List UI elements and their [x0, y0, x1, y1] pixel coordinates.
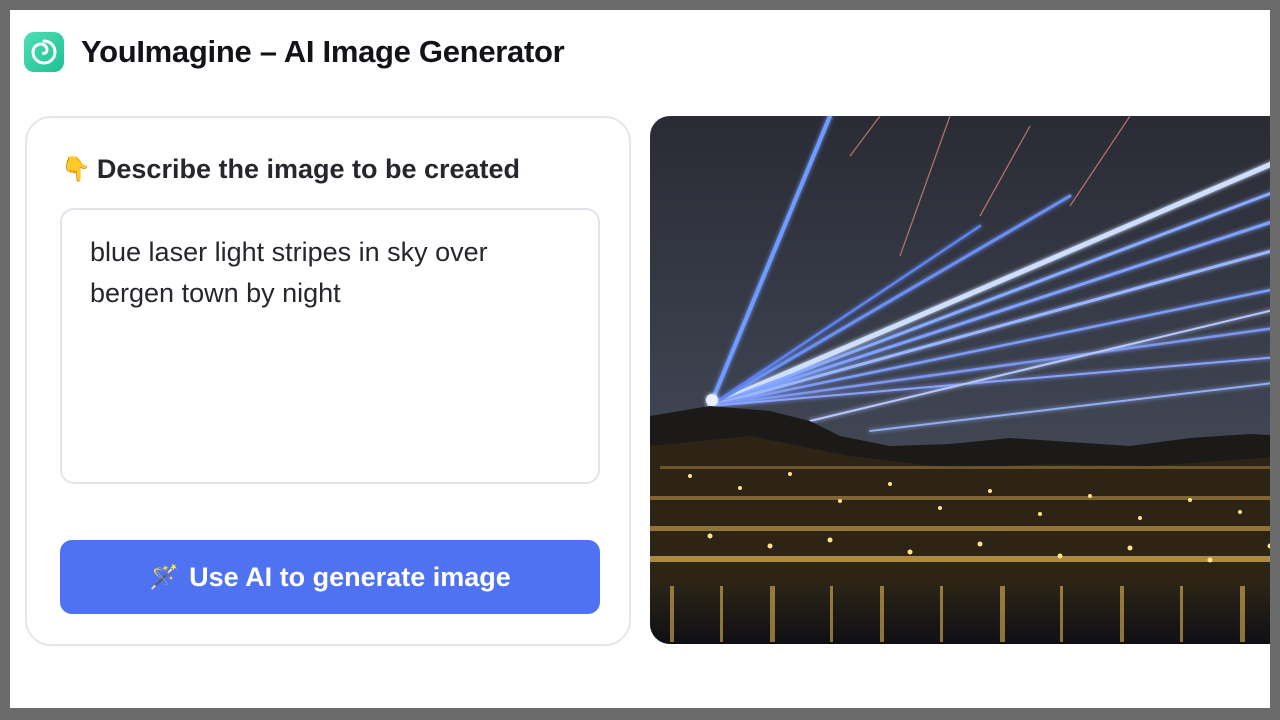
prompt-card: 👇 Describe the image to be created blue … — [25, 116, 631, 646]
header: YouImagine – AI Image Generator — [24, 30, 565, 74]
app-title: YouImagine – AI Image Generator — [81, 34, 565, 69]
generate-image-button[interactable]: 🪄 Use AI to generate image — [60, 540, 600, 614]
generated-image — [650, 116, 1270, 644]
prompt-input[interactable]: blue laser light stripes in sky over ber… — [60, 208, 600, 484]
magic-wand-icon: 🪄 — [149, 563, 180, 591]
swirl-logo-icon — [24, 32, 64, 72]
generate-image-button-label: Use AI to generate image — [189, 561, 511, 592]
prompt-heading: 👇 Describe the image to be created — [61, 154, 520, 185]
prompt-heading-text: Describe the image to be created — [96, 154, 521, 184]
pointing-down-hand-icon: 👇 — [61, 156, 91, 183]
generated-image-scene — [650, 116, 1270, 644]
app-window: YouImagine – AI Image Generator 👇 Descri… — [10, 10, 1270, 708]
